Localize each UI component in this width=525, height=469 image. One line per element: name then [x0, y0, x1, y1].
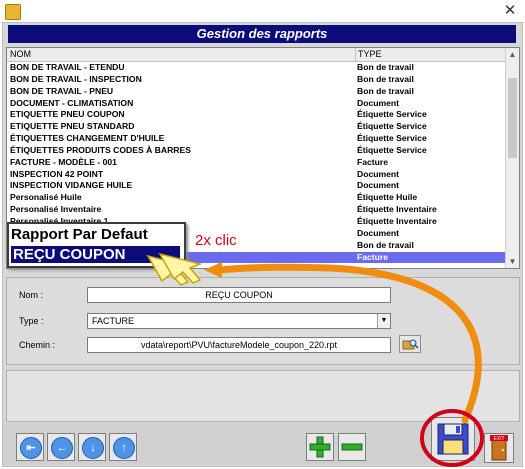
- cell-type: Étiquette Inventaire: [357, 215, 437, 226]
- close-window-button[interactable]: ✕: [495, 0, 525, 22]
- empty-panel: [6, 370, 520, 422]
- cell-type: Document: [357, 168, 400, 179]
- next-record-button[interactable]: ↓: [78, 433, 106, 461]
- chemin-field[interactable]: vdata\report\PVU\factureModele_coupon_22…: [87, 337, 391, 353]
- cell-nom: ÉTIQUETTES PRODUITS CODES À BARRES: [10, 144, 191, 155]
- exit-label: EXIT: [493, 436, 504, 442]
- minus-icon: [341, 443, 363, 451]
- cell-nom: ETIQUETTE PNEU STANDARD: [10, 121, 135, 132]
- save-button[interactable]: [431, 417, 475, 461]
- cell-nom: ÉTIQUETTES CHANGEMENT D'HUILE: [10, 133, 165, 144]
- annotation-label: 2x clic: [195, 232, 237, 249]
- report-details-panel: Nom : REÇU COUPON Type : FACTURE ▼ Chemi…: [6, 277, 520, 365]
- cell-nom: INSPECTION 42 POINT: [10, 168, 104, 179]
- grid-header: NOM TYPE: [7, 48, 505, 62]
- folder-search-icon: [402, 339, 419, 350]
- cell-type: Document: [357, 180, 400, 191]
- menu-item-rapport-par-defaut[interactable]: Rapport Par Defaut: [11, 226, 176, 243]
- page-title: Gestion des rapports: [8, 25, 516, 43]
- cell-type: Étiquette Service: [357, 109, 427, 120]
- table-row[interactable]: ÉTIQUETTES PRODUITS CODES À BARRES Étique…: [7, 145, 505, 157]
- column-header-nom[interactable]: NOM: [10, 48, 31, 61]
- app-icon: [5, 4, 21, 20]
- type-label: Type :: [19, 316, 44, 326]
- table-row[interactable]: INSPECTION 42 POINT Document: [7, 169, 505, 181]
- scroll-thumb[interactable]: [508, 78, 517, 158]
- table-row[interactable]: Personalisé Inventaire Étiquette Inventai…: [7, 204, 505, 216]
- cell-type: Bon de travail: [357, 62, 414, 72]
- cell-nom: FACTURE - MODÈLE - 001: [10, 156, 117, 167]
- chevron-down-icon[interactable]: ▼: [377, 314, 390, 328]
- cell-type: Document: [357, 97, 400, 108]
- cell-nom: ETIQUETTE PNEU COUPON: [10, 109, 125, 120]
- remove-button[interactable]: [338, 433, 366, 461]
- next-record-icon: ↓: [82, 437, 104, 459]
- last-record-icon: ↑: [113, 437, 135, 459]
- scroll-up-icon[interactable]: ▲: [506, 48, 519, 61]
- table-row[interactable]: INSPECTION VIDANGE HUILE Document: [7, 180, 505, 192]
- menu-item-recu-coupon[interactable]: REÇU COUPON: [11, 246, 180, 263]
- table-row[interactable]: BON DE TRAVAIL - INSPECTION Bon de travai…: [7, 74, 505, 86]
- cell-nom: BON DE TRAVAIL - ETENDU: [10, 62, 125, 72]
- cell-type: Étiquette Service: [357, 144, 427, 155]
- floppy-disk-icon: [437, 423, 469, 455]
- add-button[interactable]: [306, 433, 334, 461]
- cell-type: Étiquette Huile: [357, 192, 418, 203]
- cell-nom: Personalisé Huile: [10, 192, 82, 203]
- exit-button[interactable]: EXIT: [484, 433, 514, 463]
- table-row[interactable]: DOCUMENT - CLIMATISATION Document: [7, 98, 505, 110]
- table-row[interactable]: ÉTIQUETTES CHANGEMENT D'HUILE Étiquette S…: [7, 133, 505, 145]
- chemin-label: Chemin :: [19, 340, 56, 350]
- cell-nom: BON DE TRAVAIL - INSPECTION: [10, 73, 142, 84]
- vertical-scrollbar[interactable]: ▲ ▼: [505, 48, 519, 268]
- nom-field[interactable]: REÇU COUPON: [87, 287, 391, 303]
- table-row[interactable]: Personalisé Huile Étiquette Huile: [7, 192, 505, 204]
- type-select-value: FACTURE: [92, 316, 135, 326]
- table-row[interactable]: BON DE TRAVAIL - ETENDU Bon de travail: [7, 62, 505, 74]
- exit-door-icon: EXIT: [490, 435, 508, 461]
- browse-button[interactable]: [399, 335, 421, 353]
- table-row[interactable]: ETIQUETTE PNEU COUPON Étiquette Service: [7, 109, 505, 121]
- previous-record-button[interactable]: ←: [47, 433, 75, 461]
- plus-icon: [309, 436, 331, 458]
- table-row[interactable]: BON DE TRAVAIL - PNEU Bon de travail: [7, 86, 505, 98]
- scroll-down-icon[interactable]: ▼: [506, 255, 519, 268]
- table-row[interactable]: FACTURE - MODÈLE - 001 Facture: [7, 157, 505, 169]
- cell-type: Facture: [357, 156, 389, 167]
- cell-type: Bon de travail: [357, 239, 414, 250]
- first-record-button[interactable]: ⇤: [16, 433, 44, 461]
- cell-type: Étiquette Service: [357, 133, 427, 144]
- cell-type: Document: [357, 227, 400, 238]
- table-row[interactable]: ETIQUETTE PNEU STANDARD Étiquette Service: [7, 121, 505, 133]
- cell-type: Bon de travail: [357, 85, 414, 96]
- title-bar: ✕: [0, 0, 525, 23]
- cell-nom: Personalisé Inventaire: [10, 204, 102, 215]
- previous-record-icon: ←: [51, 437, 73, 459]
- cell-nom: DOCUMENT - CLIMATISATION: [10, 97, 134, 108]
- cell-type: Facture: [357, 251, 389, 262]
- cell-type: Étiquette Service: [357, 121, 427, 132]
- cell-nom: INSPECTION VIDANGE HUILE: [10, 180, 133, 191]
- cell-nom: BON DE TRAVAIL - PNEU: [10, 85, 114, 96]
- cell-type: Bon de travail: [357, 73, 414, 84]
- first-record-icon: ⇤: [20, 437, 42, 459]
- type-select[interactable]: FACTURE ▼: [87, 313, 391, 329]
- last-record-button[interactable]: ↑: [109, 433, 137, 461]
- nom-label: Nom :: [19, 290, 44, 300]
- cell-type: Étiquette Inventaire: [357, 204, 437, 215]
- context-menu: Rapport Par Defaut REÇU COUPON: [7, 222, 186, 268]
- column-header-type[interactable]: TYPE: [355, 48, 382, 61]
